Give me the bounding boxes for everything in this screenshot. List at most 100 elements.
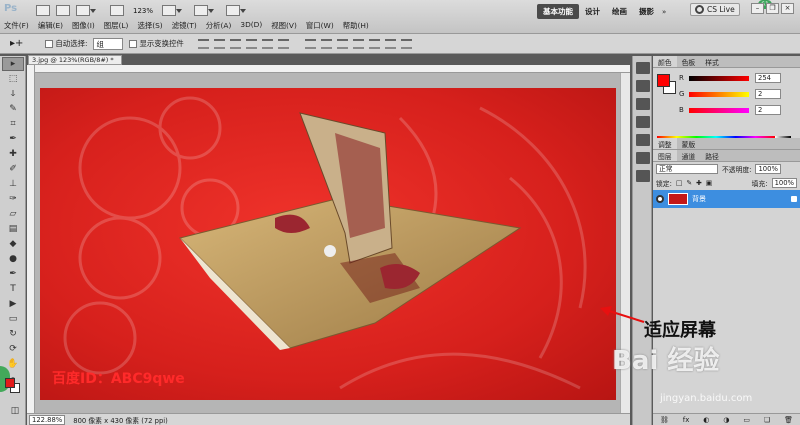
history-brush-tool-icon[interactable]: ✑ [2, 192, 24, 206]
new-group-icon[interactable]: ▭ [743, 416, 750, 424]
menu-file[interactable]: 文件(F) [4, 20, 29, 31]
workspace-essentials-button[interactable]: 基本功能 [537, 4, 579, 19]
workspace-design-button[interactable]: 设计 [579, 4, 606, 19]
eraser-tool-icon[interactable]: ▱ [2, 207, 24, 221]
marquee-tool-icon[interactable]: ⬚ [2, 72, 24, 86]
restore-button[interactable]: ❐ [766, 3, 779, 14]
blur-tool-icon[interactable]: ◆ [2, 237, 24, 251]
menu-select[interactable]: 选择(S) [137, 20, 162, 31]
zoom-level-icon[interactable] [110, 5, 124, 16]
tab-adjustments[interactable]: 调整 [653, 138, 677, 149]
menu-help[interactable]: 帮助(H) [343, 20, 369, 31]
image-canvas[interactable] [40, 88, 616, 400]
workspace-more-button[interactable]: » [662, 8, 672, 16]
hand-tool-icon[interactable] [162, 5, 183, 16]
panel-foreground-swatch[interactable] [657, 74, 670, 87]
horizontal-ruler[interactable] [27, 65, 630, 73]
visibility-eye-icon[interactable] [656, 195, 664, 203]
align-center-icon[interactable] [261, 38, 273, 49]
crop-tool-icon[interactable]: ⌗ [2, 117, 24, 131]
arrange-documents-icon[interactable] [194, 5, 215, 16]
menu-layer[interactable]: 图层(L) [104, 20, 129, 31]
align-middle-icon[interactable] [213, 38, 225, 49]
lock-transparent-icon[interactable]: □ [676, 179, 682, 187]
distribute-center-icon[interactable] [368, 38, 380, 49]
adjustment-layer-icon[interactable]: ◑ [723, 416, 729, 424]
distribute-left-icon[interactable] [352, 38, 364, 49]
type-tool-icon[interactable]: T [2, 282, 24, 296]
new-layer-icon[interactable]: ❏ [764, 416, 770, 424]
zoom-level-select[interactable]: 123% [130, 6, 156, 16]
pen-tool-icon[interactable]: ✒ [2, 267, 24, 281]
vertical-ruler[interactable] [27, 65, 35, 413]
3d-rotate-tool-icon[interactable]: ↻ [2, 327, 24, 341]
lasso-tool-icon[interactable]: ↆ [2, 87, 24, 101]
lock-all-icon[interactable]: ▣ [706, 179, 712, 187]
close-button[interactable]: × [781, 3, 794, 14]
character-panel-icon[interactable] [636, 134, 650, 146]
blend-mode-select[interactable]: 正常 [656, 164, 718, 174]
align-bottom-icon[interactable] [229, 38, 241, 49]
healing-brush-tool-icon[interactable]: ✚ [2, 147, 24, 161]
blue-slider[interactable] [689, 107, 749, 113]
foreground-color-swatch[interactable] [5, 378, 15, 388]
menu-image[interactable]: 图像(I) [72, 20, 95, 31]
brush-tool-icon[interactable]: ✐ [2, 162, 24, 176]
auto-select-dropdown[interactable]: 组 [93, 37, 124, 50]
move-tool-icon[interactable]: ▸ [2, 57, 24, 71]
brush-panel-icon[interactable] [636, 98, 650, 110]
red-slider[interactable] [689, 75, 749, 81]
red-value-field[interactable]: 254 [755, 73, 781, 83]
status-zoom-field[interactable]: 122.88% [29, 414, 66, 425]
tab-swatches[interactable]: 色板 [677, 56, 701, 67]
green-slider[interactable] [689, 91, 749, 97]
3d-panel-icon[interactable] [636, 170, 650, 182]
distribute-top-icon[interactable] [304, 38, 316, 49]
path-select-tool-icon[interactable]: ▶ [2, 297, 24, 311]
menu-window[interactable]: 窗口(W) [306, 20, 334, 31]
tab-layers[interactable]: 图层 [653, 150, 677, 161]
menu-view[interactable]: 视图(V) [271, 20, 297, 31]
layer-style-icon[interactable]: fx [683, 416, 690, 424]
clone-source-icon[interactable] [636, 116, 650, 128]
add-mask-icon[interactable]: ◐ [703, 416, 709, 424]
delete-layer-icon[interactable]: 🗑 [784, 416, 793, 424]
dodge-tool-icon[interactable]: ● [2, 252, 24, 266]
3d-orbit-tool-icon[interactable]: ⟳ [2, 342, 24, 356]
shape-tool-icon[interactable]: ▭ [2, 312, 24, 326]
workspace-painting-button[interactable]: 绘画 [606, 4, 633, 19]
guides-icon[interactable] [76, 5, 96, 16]
distribute-right-icon[interactable] [384, 38, 396, 49]
screen-mode-icon[interactable] [226, 5, 247, 16]
align-right-icon[interactable] [277, 38, 289, 49]
layer-row-background[interactable]: 背景 [653, 190, 800, 208]
lock-move-icon[interactable]: ✚ [696, 179, 702, 187]
menu-3d[interactable]: 3D(D) [240, 20, 262, 31]
distribute-bottom-icon[interactable] [336, 38, 348, 49]
tab-styles[interactable]: 样式 [700, 56, 724, 67]
tab-paths[interactable]: 路径 [700, 150, 724, 161]
opacity-field[interactable]: 100% [755, 164, 781, 174]
workspace-photography-button[interactable]: 摄影 [633, 4, 660, 19]
link-layers-icon[interactable]: ⛓ [660, 416, 669, 424]
show-transform-checkbox[interactable]: 显示变换控件 [129, 38, 184, 49]
auto-select-checkbox[interactable]: 自动选择: [45, 38, 87, 49]
minibridge-icon[interactable] [56, 5, 70, 16]
menu-edit[interactable]: 编辑(E) [38, 20, 63, 31]
actions-panel-icon[interactable] [636, 80, 650, 92]
lock-paint-icon[interactable]: ✎ [686, 179, 692, 187]
bridge-icon[interactable] [36, 5, 50, 16]
clone-stamp-tool-icon[interactable]: ⊥ [2, 177, 24, 191]
quick-mask-icon[interactable]: ◫ [4, 404, 26, 418]
blue-value-field[interactable]: 2 [755, 105, 781, 115]
quick-select-tool-icon[interactable]: ✎ [2, 102, 24, 116]
eyedropper-tool-icon[interactable]: ✒ [2, 132, 24, 146]
green-value-field[interactable]: 2 [755, 89, 781, 99]
cs-live-button[interactable]: CS Live [690, 3, 740, 16]
document-tab[interactable]: 3.jpg @ 123%(RGB/8#) * × [28, 55, 122, 73]
menu-filter[interactable]: 滤镜(T) [172, 20, 197, 31]
history-panel-icon[interactable] [636, 62, 650, 74]
gradient-tool-icon[interactable]: ▤ [2, 222, 24, 236]
auto-align-icon[interactable] [400, 38, 412, 49]
menu-analysis[interactable]: 分析(A) [206, 20, 232, 31]
